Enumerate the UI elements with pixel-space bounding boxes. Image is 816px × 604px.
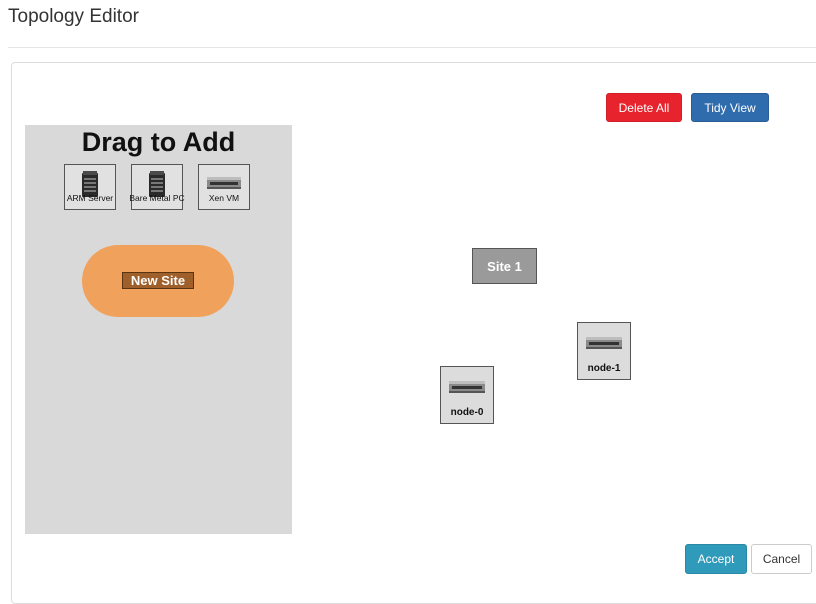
delete-all-button[interactable]: Delete All xyxy=(606,93,682,122)
title-divider xyxy=(8,47,816,48)
tidy-view-button[interactable]: Tidy View xyxy=(691,93,769,122)
node-label: node-0 xyxy=(450,407,484,418)
new-site-label: New Site xyxy=(122,272,194,289)
network-switch-icon xyxy=(586,337,622,349)
palette-item-xen-vm[interactable]: Xen VM xyxy=(198,164,250,210)
network-switch-icon xyxy=(207,177,241,189)
topology-node-1[interactable]: node-1 xyxy=(577,322,631,380)
cancel-button[interactable]: Cancel xyxy=(751,544,812,574)
palette-item-label: ARM Server xyxy=(66,193,114,203)
palette-item-label: Xen VM xyxy=(208,193,240,203)
new-site-drag-item[interactable]: New Site xyxy=(82,245,234,317)
palette-item-bare-metal-pc[interactable]: Bare Metal PC xyxy=(129,164,185,210)
palette-item-label: Bare Metal PC xyxy=(129,193,185,203)
topology-node-0[interactable]: node-0 xyxy=(440,366,494,424)
palette-title: Drag to Add xyxy=(81,127,236,157)
palette-panel: Drag to Add ARM Server Bare Metal PC Xen… xyxy=(25,125,292,534)
network-switch-icon xyxy=(449,381,485,393)
palette-item-arm-server[interactable]: ARM Server xyxy=(64,164,116,210)
accept-button[interactable]: Accept xyxy=(685,544,747,574)
page-title: Topology Editor xyxy=(8,6,139,27)
site-node[interactable]: Site 1 xyxy=(472,248,537,284)
node-label: node-1 xyxy=(587,363,621,374)
